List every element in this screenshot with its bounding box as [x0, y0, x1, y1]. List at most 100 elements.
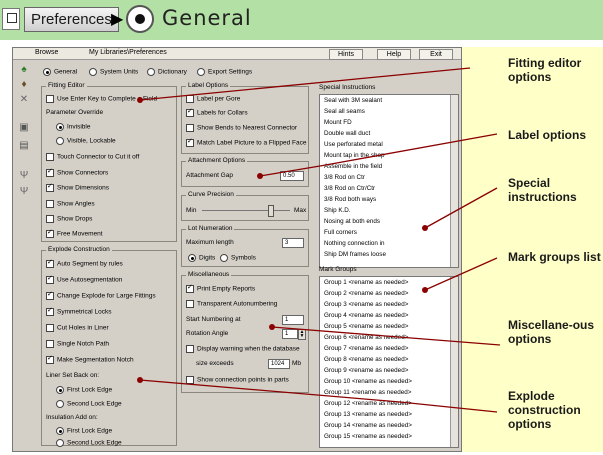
single-notch-checkbox[interactable]: Single Notch Path: [46, 340, 109, 348]
preferences-checkbox-icon: [2, 8, 20, 30]
invisible-radio[interactable]: Invisible: [56, 123, 90, 131]
auto-segment-checkbox[interactable]: Auto Segment by rules: [46, 258, 123, 268]
list-item[interactable]: 3/8 Rod on Ctr: [320, 172, 458, 183]
attachment-gap-input[interactable]: 0.50: [280, 171, 304, 181]
tab-system-units[interactable]: System Units: [89, 68, 138, 76]
symbol-remove-icon[interactable]: Ψ: [18, 186, 30, 197]
list-item[interactable]: Ship DM frames loose: [320, 249, 458, 260]
fitting-editor-group: Fitting Editor Use Enter Key to Complete…: [41, 82, 177, 242]
list-item[interactable]: Group 15 <rename as needed>: [320, 431, 458, 442]
explode-construction-group: Explode Construction Auto Segment by rul…: [41, 246, 177, 447]
list-item[interactable]: Full corners: [320, 227, 458, 238]
list-item[interactable]: Mount tap in the shop: [320, 150, 458, 161]
list-item[interactable]: Double wall duct: [320, 128, 458, 139]
list-item[interactable]: Group 8 <rename as needed>: [320, 354, 458, 365]
list-item[interactable]: Group 9 <rename as needed>: [320, 365, 458, 376]
insulation-label: Insulation Add on:: [46, 414, 98, 421]
list-item[interactable]: Group 10 <rename as needed>: [320, 376, 458, 387]
list-item[interactable]: Group 11 <rename as needed>: [320, 387, 458, 398]
tree-icon[interactable]: ♠: [18, 64, 30, 75]
cut-holes-checkbox[interactable]: Cut Holes in Liner: [46, 324, 109, 332]
list-item[interactable]: Group 7 <rename as needed>: [320, 343, 458, 354]
insulation-second-lock-radio[interactable]: Second Lock Edge: [56, 439, 122, 447]
paste-icon[interactable]: ▤: [18, 140, 30, 151]
symbols-radio[interactable]: Symbols: [220, 254, 256, 262]
list-item[interactable]: 3/8 Rod on Ctr/Ctr: [320, 183, 458, 194]
list-item[interactable]: Use perforated metal: [320, 139, 458, 150]
param-override-label: Parameter Override: [46, 109, 104, 116]
show-drops-checkbox[interactable]: Show Drops: [46, 215, 92, 223]
show-conn-points-checkbox[interactable]: Show connection points in parts: [186, 376, 289, 384]
curve-max-label: Max: [294, 207, 307, 214]
rotation-angle-input[interactable]: 1: [282, 329, 298, 339]
callout-explode-options: Explode construction options: [508, 389, 581, 431]
branch-icon[interactable]: ♦: [18, 79, 30, 90]
copy-icon[interactable]: ▣: [18, 122, 30, 133]
list-item[interactable]: Group 2 <rename as needed>: [320, 288, 458, 299]
insulation-first-lock-radio[interactable]: First Lock Edge: [56, 427, 112, 435]
use-autoseg-checkbox[interactable]: Use Autosegmentation: [46, 274, 122, 284]
display-warning-checkbox[interactable]: Display warning when the database: [186, 345, 300, 353]
list-item[interactable]: Mount FD: [320, 117, 458, 128]
menu-path[interactable]: My Libraries\Preferences: [89, 49, 167, 56]
help-button[interactable]: Help: [377, 49, 411, 60]
special-instructions-list[interactable]: Seal with 3M sealant Seal all seams Mount …: [319, 94, 459, 268]
curve-slider-thumb[interactable]: [267, 205, 274, 217]
list-item[interactable]: Seal with 3M sealant: [320, 95, 458, 106]
list-item[interactable]: Group 14 <rename as needed>: [320, 420, 458, 431]
rotation-spinner-icon[interactable]: ▲ ▼: [298, 329, 306, 340]
list-item[interactable]: Group 1 <rename as needed>: [320, 277, 458, 288]
exit-button[interactable]: Exit: [419, 49, 453, 60]
list-item[interactable]: Assemble in the field: [320, 161, 458, 172]
start-numbering-input[interactable]: 1: [282, 315, 304, 325]
make-seg-checkbox[interactable]: Make Segmentation Notch: [46, 354, 134, 364]
use-enter-checkbox[interactable]: Use Enter Key to Complete a Field: [46, 95, 157, 103]
list-item[interactable]: Ship K.D.: [320, 205, 458, 216]
tab-dictionary[interactable]: Dictionary: [147, 68, 187, 76]
curve-slider-track[interactable]: [202, 210, 290, 211]
label-per-gore-checkbox[interactable]: Label per Gore: [186, 95, 240, 103]
hints-button[interactable]: Hints: [329, 49, 363, 60]
list-item[interactable]: Seal all seams: [320, 106, 458, 117]
mark-groups-list[interactable]: Group 1 <rename as needed> Group 2 <renam…: [319, 276, 459, 448]
list-item[interactable]: Group 6 <rename as needed>: [320, 332, 458, 343]
explode-title: Explode Construction: [46, 246, 112, 253]
show-bends-checkbox[interactable]: Show Bends to Nearest Connector: [186, 124, 297, 132]
change-explode-checkbox[interactable]: Change Explode for Large Fittings: [46, 290, 156, 300]
start-numbering-label: Start Numbering at: [186, 316, 241, 323]
rotation-angle-label: Rotation Angle: [186, 330, 229, 337]
match-label-checkbox[interactable]: Match Label Picture to a Flipped Face: [186, 137, 306, 147]
visible-lockable-radio[interactable]: Visible, Lockable: [56, 137, 116, 145]
show-connectors-checkbox[interactable]: Show Connectors: [46, 167, 108, 177]
tab-general[interactable]: General: [43, 68, 77, 76]
mark-groups-scrollbar[interactable]: [450, 277, 458, 447]
touch-connector-checkbox[interactable]: Touch Connector to Cut it off: [46, 153, 139, 161]
lot-title: Lot Numeration: [186, 225, 235, 232]
labels-for-collars-checkbox[interactable]: Labels for Collars: [186, 107, 248, 117]
liner-second-lock-radio[interactable]: Second Lock Edge: [56, 400, 122, 408]
special-scrollbar[interactable]: [450, 95, 458, 267]
menu-browse[interactable]: Browse: [35, 49, 58, 56]
symbol-icon[interactable]: Ψ: [18, 170, 30, 181]
list-item[interactable]: Nothing connection in: [320, 238, 458, 249]
print-empty-checkbox[interactable]: Print Empty Reports: [186, 283, 255, 293]
list-item[interactable]: Nosing at both ends: [320, 216, 458, 227]
free-movement-checkbox[interactable]: Free Movement: [46, 228, 103, 238]
delete-icon[interactable]: ✕: [18, 94, 30, 105]
size-exceeds-input[interactable]: 1024: [268, 359, 290, 369]
digits-radio[interactable]: Digits: [188, 254, 215, 262]
symmetrical-locks-checkbox[interactable]: Symmetrical Locks: [46, 306, 112, 316]
list-item[interactable]: Group 12 <rename as needed>: [320, 398, 458, 409]
liner-first-lock-radio[interactable]: First Lock Edge: [56, 386, 112, 394]
list-item[interactable]: Group 5 <rename as needed>: [320, 321, 458, 332]
show-dimensions-checkbox[interactable]: Show Dimensions: [46, 182, 109, 192]
show-angles-checkbox[interactable]: Show Angles: [46, 200, 95, 208]
list-item[interactable]: Group 3 <rename as needed>: [320, 299, 458, 310]
list-item[interactable]: Group 4 <rename as needed>: [320, 310, 458, 321]
transparent-autonum-checkbox[interactable]: Transparent Autonumbering: [186, 300, 277, 308]
preferences-button[interactable]: Preferences: [24, 7, 119, 32]
list-item[interactable]: Group 13 <rename as needed>: [320, 409, 458, 420]
list-item[interactable]: 3/8 Rod both ways: [320, 194, 458, 205]
tab-export-settings[interactable]: Export Settings: [197, 68, 252, 76]
max-length-input[interactable]: 3: [282, 238, 304, 248]
